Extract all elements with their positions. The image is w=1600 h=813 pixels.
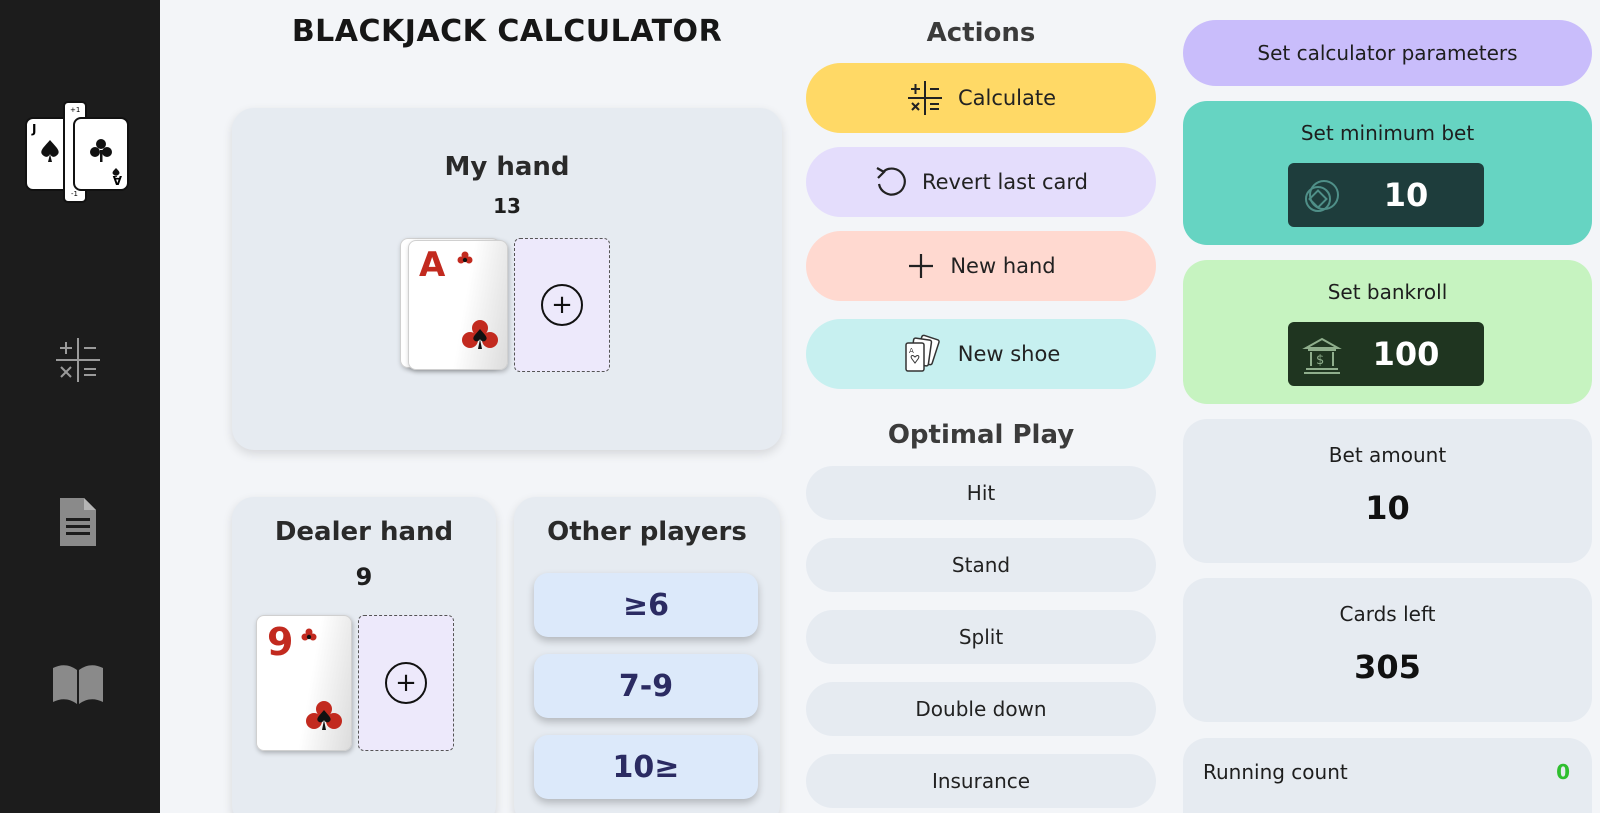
card-suit-clubs-icon xyxy=(306,701,342,730)
revert-label: Revert last card xyxy=(921,170,1089,194)
calculate-button[interactable]: Calculate xyxy=(806,63,1156,133)
card-suit-small-icon xyxy=(457,251,473,264)
hit-option[interactable]: Hit xyxy=(806,466,1156,520)
card-suit-clubs-icon xyxy=(462,320,498,349)
dealer-hand-panel: Dealer hand 9 9 + xyxy=(232,497,496,813)
page-title: BLACKJACK CALCULATOR xyxy=(291,14,723,49)
sidebar: J +1 -1 A xyxy=(0,0,160,813)
sidebar-item-document[interactable] xyxy=(50,494,106,550)
my-hand-add-card-button[interactable]: + xyxy=(514,238,610,372)
minimum-bet-panel: Set minimum bet 10 xyxy=(1183,101,1592,245)
svg-text:+1: +1 xyxy=(70,106,80,114)
sidebar-item-book[interactable] xyxy=(50,656,106,712)
undo-icon xyxy=(876,167,906,196)
running-count-panel: Running count 0 xyxy=(1183,738,1592,813)
bankroll-panel: Set bankroll $ 100 xyxy=(1183,260,1592,404)
plus-circle-icon: + xyxy=(385,662,427,704)
revert-last-card-button[interactable]: Revert last card xyxy=(806,147,1156,217)
cards-left-label: Cards left xyxy=(1339,602,1436,626)
set-calculator-parameters-button[interactable]: Set calculator parameters xyxy=(1183,20,1592,86)
optimal-play-title: Optimal Play xyxy=(887,420,1075,450)
actions-title: Actions xyxy=(926,18,1036,48)
new-shoe-label: New shoe xyxy=(957,342,1061,366)
bet-amount-panel: Bet amount 10 xyxy=(1183,419,1592,563)
new-hand-button[interactable]: New hand xyxy=(806,231,1156,301)
bankroll-input[interactable]: $ 100 xyxy=(1288,322,1484,386)
my-hand-panel: My hand 13 A + xyxy=(232,108,782,450)
book-icon xyxy=(53,665,103,704)
bankroll-label: Set bankroll xyxy=(1327,280,1448,304)
card-rank: 9 xyxy=(267,620,294,664)
other-players-panel: Other players ≥6 7-9 10≥ xyxy=(514,497,780,813)
split-option[interactable]: Split xyxy=(806,610,1156,664)
other-players-mid-button[interactable]: 7-9 xyxy=(534,654,758,718)
svg-text:A: A xyxy=(909,347,914,355)
double-down-option[interactable]: Double down xyxy=(806,682,1156,736)
my-hand-total: 13 xyxy=(493,194,521,218)
new-shoe-button[interactable]: A New shoe xyxy=(806,319,1156,389)
cards-left-value: 305 xyxy=(1354,648,1421,686)
sidebar-item-calculator[interactable] xyxy=(50,332,106,388)
app-logo-cards-icon[interactable]: J +1 -1 A xyxy=(24,100,132,204)
minimum-bet-label: Set minimum bet xyxy=(1300,121,1475,145)
running-count-value: 0 xyxy=(1556,760,1570,784)
dealer-hand-total: 9 xyxy=(355,563,373,591)
other-players-low-button[interactable]: ≥6 xyxy=(534,573,758,637)
bet-amount-label: Bet amount xyxy=(1328,443,1447,467)
plus-circle-icon: + xyxy=(541,284,583,326)
dealer-hand-add-card-button[interactable]: + xyxy=(358,615,454,751)
params-button-label: Set calculator parameters xyxy=(1257,41,1518,65)
card-rank: A xyxy=(419,245,446,285)
cards-left-panel: Cards left 305 xyxy=(1183,578,1592,722)
minimum-bet-value: 10 xyxy=(1383,176,1429,214)
minimum-bet-input[interactable]: 10 xyxy=(1288,163,1484,227)
card-suit-small-icon xyxy=(301,628,317,641)
other-players-high-button[interactable]: 10≥ xyxy=(534,735,758,799)
playing-cards-icon: A xyxy=(905,334,940,372)
calculator-icon xyxy=(56,338,100,382)
calculate-label: Calculate xyxy=(957,86,1057,110)
stand-option[interactable]: Stand xyxy=(806,538,1156,592)
svg-text:J: J xyxy=(31,122,36,136)
bankroll-value: 100 xyxy=(1372,335,1440,373)
new-hand-label: New hand xyxy=(950,254,1056,278)
document-icon xyxy=(60,498,96,546)
dealer-card[interactable]: 9 xyxy=(256,615,352,751)
calculator-icon xyxy=(907,81,942,115)
svg-text:-1: -1 xyxy=(71,190,78,198)
my-hand-card[interactable]: A xyxy=(408,240,508,370)
dealer-hand-title: Dealer hand xyxy=(274,517,454,547)
running-count-label: Running count xyxy=(1203,760,1348,784)
my-hand-title: My hand xyxy=(444,152,570,182)
bet-amount-value: 10 xyxy=(1365,489,1410,527)
insurance-option[interactable]: Insurance xyxy=(806,754,1156,808)
other-players-title: Other players xyxy=(547,517,747,547)
plus-icon xyxy=(909,254,934,278)
